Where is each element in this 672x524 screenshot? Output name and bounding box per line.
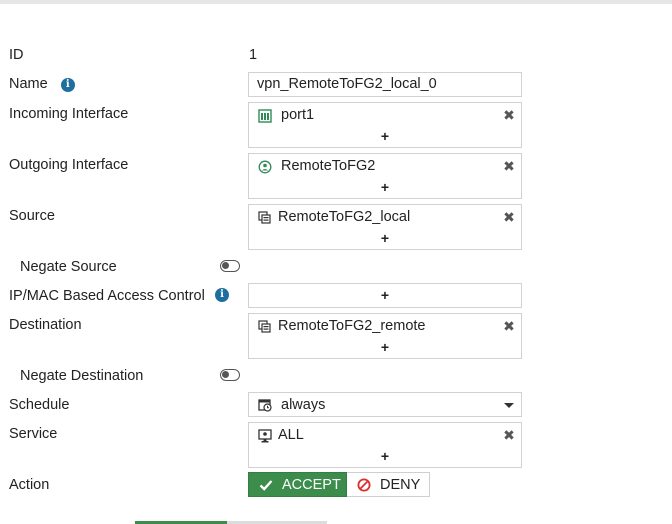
accept-label: ACCEPT xyxy=(282,476,341,493)
schedule-value: always xyxy=(281,396,326,413)
service-value: ALL xyxy=(278,427,304,443)
deny-label: DENY xyxy=(380,476,421,493)
incoming-interface-label: Incoming Interface xyxy=(9,106,129,122)
remove-incoming-interface-button[interactable]: ✖ xyxy=(502,108,516,122)
source-entry: RemoteToFG2_local ✖ xyxy=(249,207,521,228)
action-toggle-group: ACCEPT DENY xyxy=(248,472,430,497)
remove-destination-button[interactable]: ✖ xyxy=(502,319,516,333)
remove-outgoing-interface-button[interactable]: ✖ xyxy=(502,159,516,173)
port-icon xyxy=(258,108,272,123)
remove-source-button[interactable]: ✖ xyxy=(502,210,516,224)
incoming-interface-entry: port1 ✖ xyxy=(249,105,521,126)
source-label: Source xyxy=(9,208,55,224)
id-value: 1 xyxy=(249,47,258,63)
deny-button[interactable]: DENY xyxy=(347,472,430,497)
source-value: RemoteToFG2_local xyxy=(278,209,411,225)
outgoing-interface-entry: RemoteToFG2 ✖ xyxy=(249,156,521,177)
incoming-interface-value: port1 xyxy=(281,107,315,123)
add-ip-mac-access-button[interactable]: + xyxy=(249,284,521,307)
checkmark-icon xyxy=(259,479,273,491)
add-outgoing-interface-button[interactable]: + xyxy=(249,177,521,198)
action-label: Action xyxy=(9,477,50,493)
incoming-interface-field[interactable]: port1 ✖ + xyxy=(248,102,522,148)
deny-icon xyxy=(357,478,371,491)
destination-label: Destination xyxy=(9,317,82,333)
service-entry: ALL ✖ xyxy=(249,425,521,446)
name-label-row: Name i xyxy=(9,75,75,93)
destination-field[interactable]: RemoteToFG2_remote ✖ + xyxy=(248,313,522,359)
add-incoming-interface-button[interactable]: + xyxy=(249,126,521,147)
name-input[interactable]: vpn_RemoteToFG2_local_0 xyxy=(248,72,522,97)
outgoing-interface-label: Outgoing Interface xyxy=(9,157,129,173)
address-object-icon xyxy=(258,319,271,333)
vpn-tunnel-icon xyxy=(258,160,272,173)
negate-source-label: Negate Source xyxy=(20,259,117,275)
destination-value: RemoteToFG2_remote xyxy=(278,318,426,334)
outgoing-interface-value: RemoteToFG2 xyxy=(281,158,376,174)
negate-destination-label: Negate Destination xyxy=(20,368,144,384)
negate-destination-toggle[interactable] xyxy=(220,369,240,381)
accept-button[interactable]: ACCEPT xyxy=(248,472,347,497)
address-object-icon xyxy=(258,210,271,224)
add-service-button[interactable]: + xyxy=(249,446,521,467)
remove-service-button[interactable]: ✖ xyxy=(502,428,516,442)
add-source-button[interactable]: + xyxy=(249,228,521,249)
schedule-select[interactable]: always xyxy=(248,392,522,417)
info-icon[interactable]: i xyxy=(215,288,229,302)
service-icon xyxy=(258,428,272,442)
add-destination-button[interactable]: + xyxy=(249,337,521,358)
schedule-label: Schedule xyxy=(9,397,70,413)
destination-entry: RemoteToFG2_remote ✖ xyxy=(249,316,521,337)
service-label: Service xyxy=(9,426,58,442)
name-label: Name xyxy=(9,76,48,92)
schedule-icon xyxy=(258,398,272,412)
info-icon[interactable]: i xyxy=(60,78,75,92)
ip-mac-access-label: IP/MAC Based Access Control xyxy=(9,288,205,304)
id-label: ID xyxy=(9,47,24,63)
chevron-down-icon xyxy=(504,403,514,408)
service-field[interactable]: ALL ✖ + xyxy=(248,422,522,468)
top-scroll-edge xyxy=(0,0,672,4)
source-field[interactable]: RemoteToFG2_local ✖ + xyxy=(248,204,522,250)
ip-mac-access-field[interactable]: + xyxy=(248,283,522,308)
negate-source-toggle[interactable] xyxy=(220,260,240,272)
outgoing-interface-field[interactable]: RemoteToFG2 ✖ + xyxy=(248,153,522,199)
